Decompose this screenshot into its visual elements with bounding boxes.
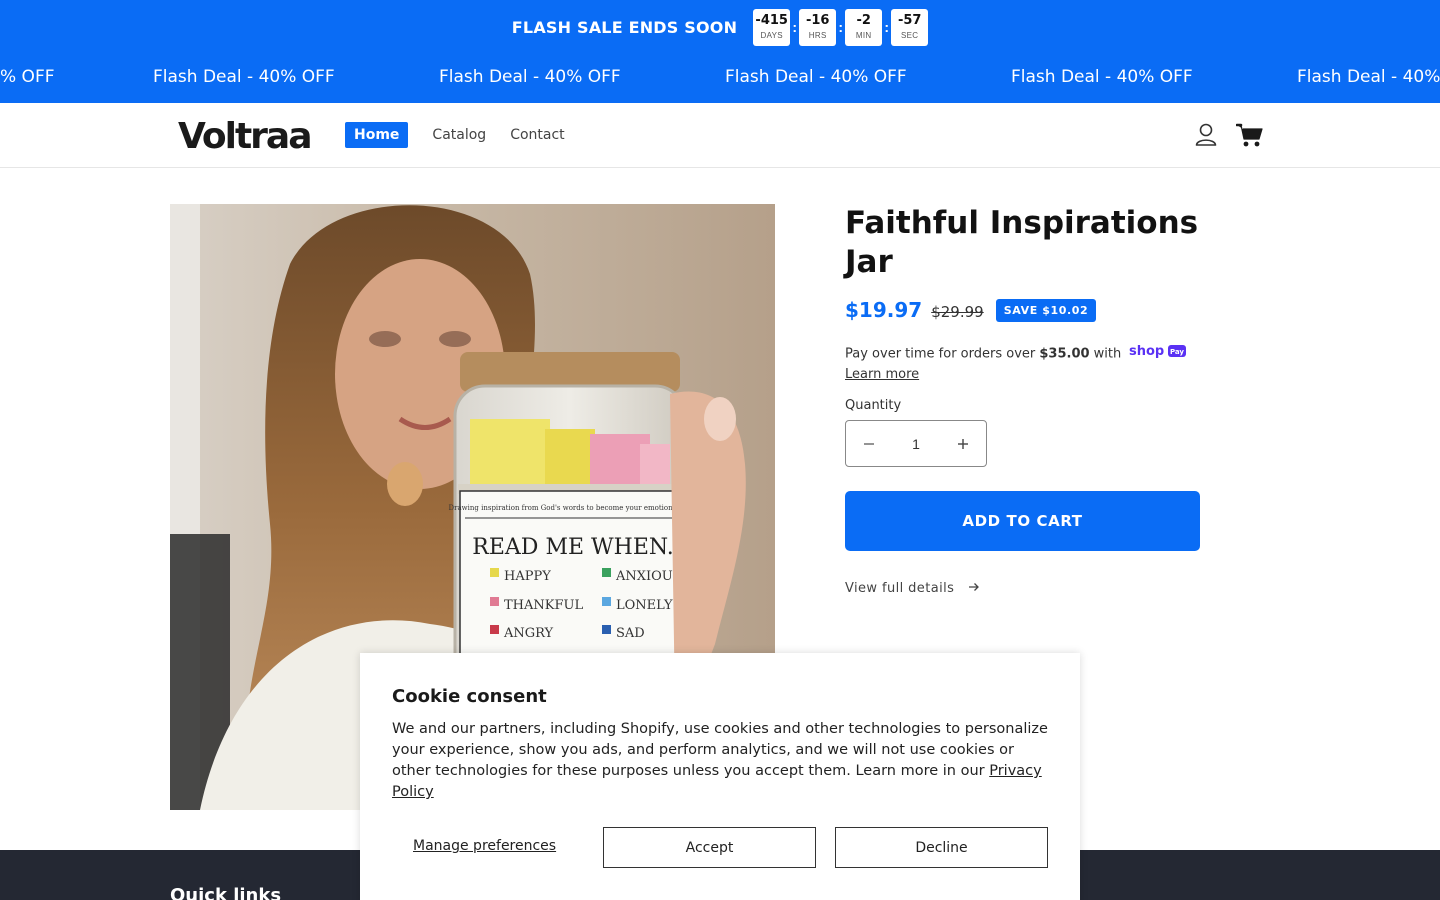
countdown-unit: SEC: [901, 31, 919, 40]
sale-price: $19.97: [845, 298, 923, 322]
account-icon[interactable]: [1194, 122, 1218, 148]
jar-label-left: HAPPY: [504, 569, 551, 584]
quantity-input[interactable]: 1: [892, 436, 940, 452]
marquee-item: Flash Deal - 40%: [1297, 67, 1440, 87]
nav-catalog[interactable]: Catalog: [432, 122, 486, 148]
marquee-item: Flash Deal - 40% OFF: [153, 67, 335, 87]
increase-quantity-button[interactable]: [940, 421, 986, 466]
countdown-value: -2: [856, 13, 871, 28]
minus-icon: [864, 442, 874, 445]
jar-label-right: LONELY: [616, 598, 673, 613]
countdown-value: -57: [897, 13, 922, 28]
main-nav: Home Catalog Contact: [345, 122, 589, 148]
countdown-seconds: -57 SEC: [891, 8, 929, 46]
quantity-label: Quantity: [845, 398, 902, 413]
countdown-unit: DAYS: [760, 31, 783, 40]
add-to-cart-button[interactable]: ADD TO CART: [845, 491, 1200, 551]
countdown-unit: MIN: [855, 31, 872, 40]
svg-text:shop: shop: [1129, 344, 1164, 359]
countdown-separator: :: [792, 19, 798, 35]
countdown-separator: :: [884, 19, 890, 35]
countdown-separator: :: [838, 19, 844, 35]
countdown-hours: -16 HRS: [799, 8, 837, 46]
jar-heading: READ ME WHEN...: [472, 535, 687, 560]
price-row: $19.97 $29.99 SAVE $10.02: [845, 298, 1097, 322]
view-full-details-link[interactable]: View full details: [845, 581, 980, 596]
jar-label-left: ANGRY: [503, 626, 554, 641]
flash-sale-title: FLASH SALE ENDS SOON: [511, 17, 738, 37]
installments-amount: $35.00: [1039, 346, 1090, 362]
save-badge: SAVE $10.02: [995, 298, 1097, 322]
installments-suffix: with: [1089, 346, 1122, 362]
installments-prefix: Pay over time for orders over: [845, 346, 1040, 362]
cookie-body: We and our partners, including Shopify, …: [392, 719, 1052, 803]
countdown-timer: -415 DAYS : -16 HRS : -2 MIN : -57 SEC: [753, 8, 929, 46]
product-title: Faithful Inspirations Jar: [845, 205, 1199, 280]
arrow-right-icon: [968, 581, 980, 596]
cookie-title: Cookie consent: [392, 686, 547, 707]
countdown-days: -415 DAYS: [753, 8, 791, 46]
shop-pay-logo: shop Pay: [1129, 343, 1187, 365]
view-details-label: View full details: [845, 581, 955, 596]
store-logo[interactable]: Voltraa: [178, 116, 313, 157]
compare-price: $29.99: [931, 302, 984, 321]
decline-cookies-button[interactable]: Decline: [835, 827, 1048, 868]
flash-sale-bar: FLASH SALE ENDS SOON -415 DAYS : -16 HRS…: [0, 0, 1440, 54]
footer-heading: Quick links: [170, 885, 282, 900]
plus-icon: [958, 438, 968, 449]
cart-icon[interactable]: [1235, 121, 1264, 149]
marquee-item: Flash Deal - 40% OFF: [725, 67, 907, 87]
marquee-item: Flash Deal - 40% OFF: [1011, 67, 1193, 87]
cookie-consent-dialog: Cookie consent We and our partners, incl…: [360, 653, 1080, 900]
accept-cookies-button[interactable]: Accept: [603, 827, 816, 868]
countdown-value: -16: [805, 13, 830, 28]
cookie-body-text: We and our partners, including Shopify, …: [392, 721, 1048, 779]
nav-contact[interactable]: Contact: [510, 122, 564, 148]
manage-preferences-button[interactable]: Manage preferences: [413, 838, 556, 854]
decrease-quantity-button[interactable]: [846, 421, 892, 466]
countdown-minutes: -2 MIN: [845, 8, 883, 46]
countdown-value: -415: [755, 13, 788, 28]
jar-label-right: SAD: [616, 626, 645, 641]
svg-text:Pay: Pay: [1170, 348, 1184, 356]
site-header: Voltraa Home Catalog Contact: [0, 103, 1440, 168]
learn-more-link[interactable]: Learn more: [845, 367, 919, 382]
marquee-item: % OFF: [0, 67, 55, 87]
nav-home[interactable]: Home: [345, 122, 409, 148]
quantity-stepper: 1: [845, 420, 987, 467]
installments-message: Pay over time for orders over $35.00 wit…: [845, 343, 1205, 384]
jar-label-right: ANXIOUS: [615, 569, 682, 584]
marquee-item: Flash Deal - 40% OFF: [439, 67, 621, 87]
countdown-unit: HRS: [808, 31, 827, 40]
flash-deal-marquee: % OFF Flash Deal - 40% OFF Flash Deal - …: [0, 54, 1440, 103]
jar-label-left: THANKFUL: [504, 598, 583, 613]
